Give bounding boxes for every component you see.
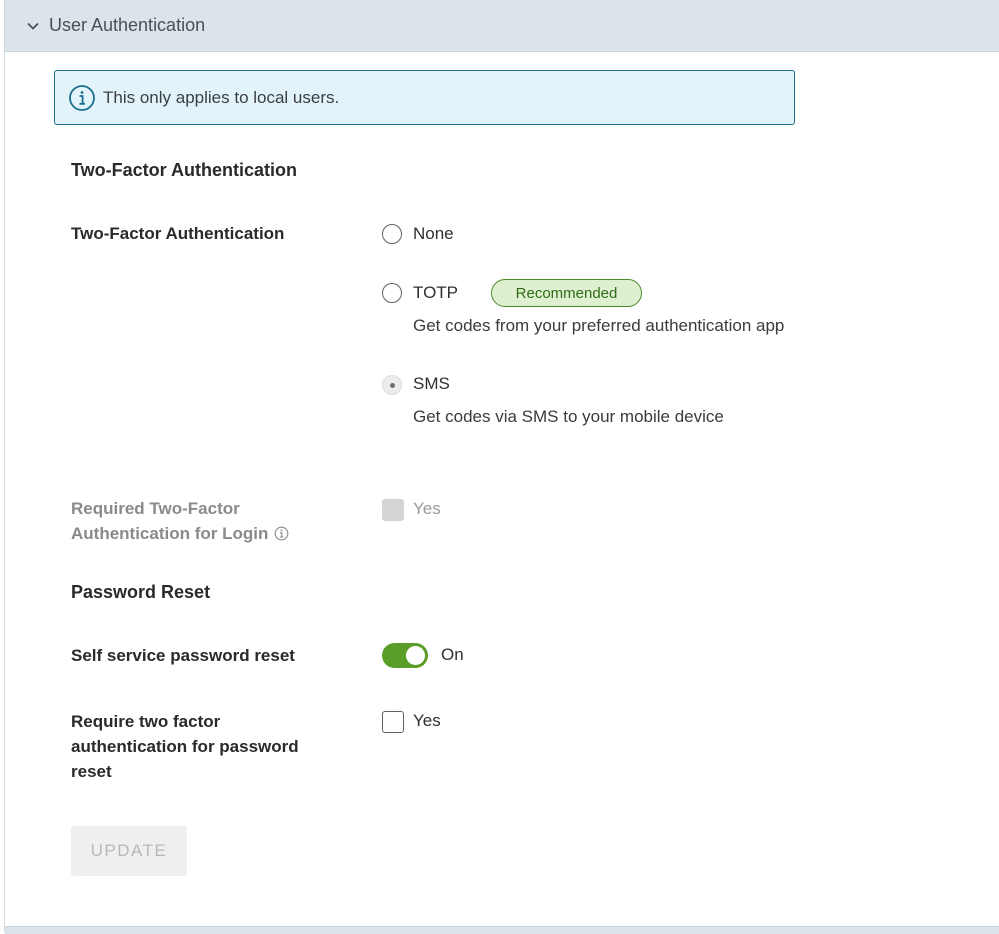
require-2fa-reset-checkbox-label: Yes [413,711,441,730]
require-2fa-reset-label-line3: reset [71,762,112,781]
require-2fa-reset-label: Require two factor authentication for pa… [71,709,299,784]
self-service-reset-toggle[interactable] [382,643,428,668]
sms-description: Get codes via SMS to your mobile device [413,407,724,426]
required-2fa-login-label-line2: Authentication for Login [71,524,269,543]
user-authentication-panel: User Authentication This only applies to… [4,0,999,934]
required-2fa-login-label-line1: Required Two-Factor [71,499,240,518]
update-button[interactable]: UPDATE [71,826,187,876]
require-2fa-reset-label-line2: authentication for password [71,737,299,756]
radio-none-label[interactable]: None [413,224,454,244]
panel-title: User Authentication [49,15,206,35]
radio-sms[interactable] [382,375,402,395]
totp-description: Get codes from your preferred authentica… [413,316,785,335]
toggle-knob [406,646,425,665]
info-tooltip-icon[interactable] [274,523,289,541]
required-2fa-login-label: Required Two-Factor Authentication for L… [71,496,289,546]
two-factor-section-heading: Two-Factor Authentication [71,160,297,180]
recommended-badge: Recommended [491,279,642,307]
info-banner-text: This only applies to local users. [103,87,340,107]
radio-none[interactable] [382,224,402,244]
require-2fa-reset-label-line1: Require two factor [71,712,221,731]
password-reset-section-heading: Password Reset [71,582,211,602]
info-banner: This only applies to local users. [54,70,795,125]
radio-totp[interactable] [382,283,402,303]
radio-sms-label[interactable]: SMS [413,374,450,394]
required-2fa-login-checkbox[interactable] [382,499,404,521]
required-2fa-login-label-line2-wrap: Authentication for Login [71,521,289,546]
panel-header-toggle[interactable]: User Authentication [5,0,999,52]
chevron-down-icon [26,19,40,33]
required-2fa-login-checkbox-label: Yes [413,499,441,518]
self-service-reset-state: On [441,645,464,664]
radio-totp-label[interactable]: TOTP [413,283,458,303]
two-factor-field-label: Two-Factor Authentication [71,224,285,243]
info-icon [68,84,96,112]
self-service-reset-label: Self service password reset [71,646,295,665]
require-2fa-reset-checkbox[interactable] [382,711,404,733]
